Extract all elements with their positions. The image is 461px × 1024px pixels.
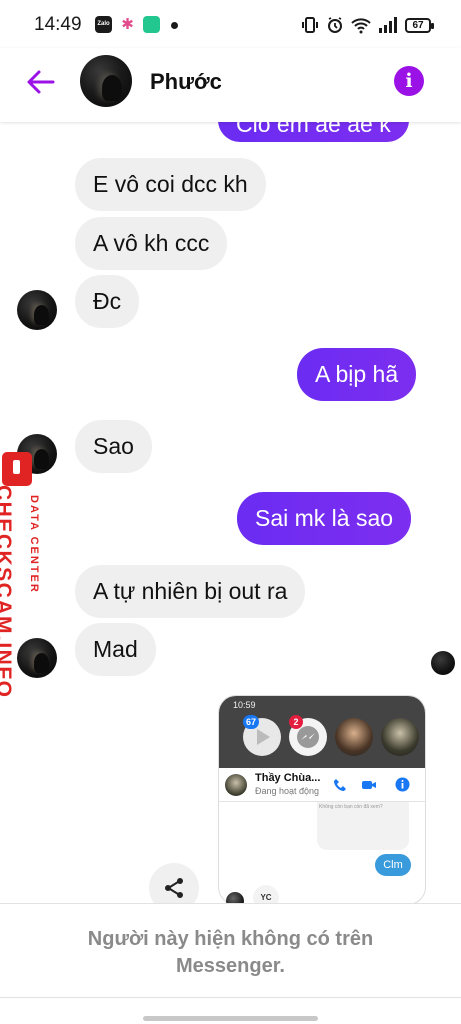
zalo-notification-icon: Zalo — [95, 16, 112, 33]
battery-icon: 67 — [405, 17, 434, 33]
status-time: 14:49 — [34, 14, 82, 35]
watermark-sub: DATA CENTER — [28, 495, 40, 594]
arrow-left-icon — [27, 70, 55, 94]
badge-count: 2 — [289, 715, 303, 729]
badge-count: 67 — [243, 715, 260, 729]
home-indicator[interactable] — [143, 1016, 318, 1021]
app-notification-icon: ✱ — [119, 16, 136, 33]
message-text: A tự nhiên bị out ra — [93, 578, 288, 604]
shared-contact-avatar — [225, 774, 247, 796]
message-text: E vô coi dcc kh — [93, 171, 248, 197]
message-bubble-incoming[interactable]: Sao — [75, 420, 152, 473]
status-indicators: 67 — [301, 14, 434, 36]
alarm-icon — [328, 17, 342, 33]
shared-image-reply: Clm — [375, 854, 411, 876]
reaction-label: YC — [253, 885, 279, 904]
shared-contact-name: Thầy Chùa... — [255, 772, 321, 784]
phone-icon — [334, 779, 346, 791]
sender-avatar[interactable] — [17, 290, 57, 330]
sender-avatar[interactable] — [17, 638, 57, 678]
contact-avatar[interactable] — [80, 55, 132, 107]
share-icon — [165, 878, 183, 898]
conversation-header: Phước i — [0, 48, 461, 122]
shared-contact-status: Đang hoạt động — [255, 786, 320, 796]
watermark-main: CHECKSCAM.INFO — [0, 485, 15, 699]
video-call-icon — [362, 781, 376, 789]
more-notifications-dot-icon — [171, 22, 178, 29]
chat-head-avatar — [335, 718, 373, 756]
shared-image-time: 10:59 — [233, 700, 256, 710]
message-bubble-outgoing[interactable]: A bịp hã — [297, 348, 417, 401]
message-text: A bịp hã — [315, 361, 399, 387]
message-bubble-incoming[interactable]: A tự nhiên bị out ra — [75, 565, 306, 618]
message-text: Sai mk là sao — [255, 505, 394, 531]
signal-icon — [379, 17, 397, 33]
message-text: Mad — [93, 636, 138, 662]
unavailable-notice: Người này hiện không có trên Messenger. — [0, 903, 461, 998]
message-bubble-outgoing[interactable]: Sai mk là sao — [237, 492, 412, 545]
back-button[interactable] — [24, 65, 58, 99]
shared-image[interactable]: 10:59 67 2 Thầy Chùa... Đang hoạt động K… — [218, 695, 426, 904]
message-text: A vô kh ccc — [93, 230, 210, 256]
message-bubble-incoming[interactable]: Mad — [75, 623, 156, 676]
notes-notification-icon — [143, 16, 160, 33]
contact-name[interactable]: Phước — [150, 69, 222, 95]
message-bubble-outgoing[interactable]: Cio em ae ae k — [218, 122, 409, 142]
vibrate-icon — [302, 17, 318, 33]
share-button[interactable] — [149, 863, 199, 904]
info-button[interactable]: i — [394, 66, 424, 96]
shared-image-header: Thầy Chùa... Đang hoạt động — [219, 768, 425, 802]
message-bubble-incoming[interactable]: Đc — [75, 275, 140, 328]
message-bubble-incoming[interactable]: E vô coi dcc kh — [75, 158, 266, 211]
info-icon: i — [405, 70, 413, 92]
message-text: Đc — [93, 288, 122, 314]
seen-receipt-avatar — [431, 651, 455, 675]
info-icon — [395, 777, 410, 792]
message-text: Cio em ae ae k — [236, 122, 391, 137]
wifi-icon — [351, 18, 371, 34]
shared-image-top: 10:59 67 2 — [219, 696, 425, 768]
lock-icon — [2, 452, 32, 486]
message-list[interactable]: Cio em ae ae k E vô coi dcc kh A vô kh c… — [0, 122, 461, 904]
status-bar: 14:49 Zalo ✱ 67 — [0, 0, 461, 48]
chat-head-avatar — [381, 718, 419, 756]
message-text: Sao — [93, 433, 134, 459]
shared-image-panel-text: Không còn bạn còn đã xem? — [319, 804, 383, 810]
unavailable-notice-text: Người này hiện không có trên Messenger. — [87, 928, 374, 977]
message-bubble-incoming[interactable]: A vô kh ccc — [75, 217, 228, 270]
